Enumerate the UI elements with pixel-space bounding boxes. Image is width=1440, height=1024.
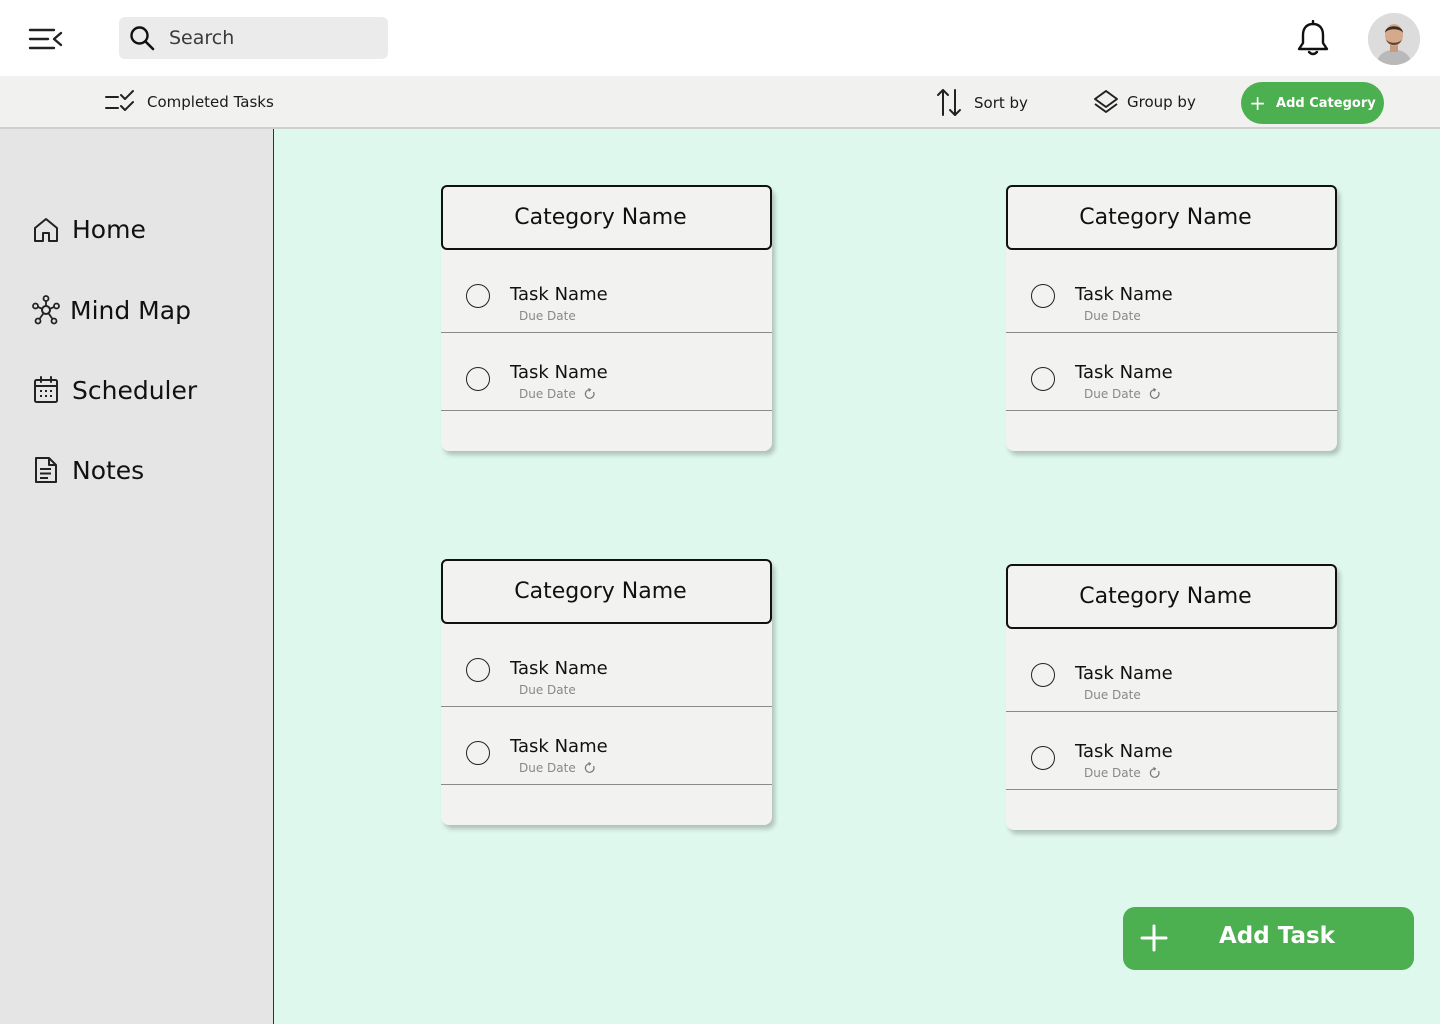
repeat-icon [1149, 388, 1160, 399]
task-checkbox[interactable] [1031, 746, 1055, 770]
task-item[interactable]: Task Name Due Date [441, 333, 772, 411]
toolbar: Completed Tasks Sort by Group by + Add C… [0, 76, 1440, 129]
category-card: Category Name Task Name Due Date Task Na… [441, 559, 772, 825]
task-item[interactable]: Task Name Due Date [1006, 333, 1337, 411]
mind-map-icon [32, 295, 60, 325]
repeat-icon [584, 762, 595, 773]
task-name: Task Name [1075, 362, 1173, 383]
task-due-date: Due Date [519, 387, 576, 401]
category-name: Category Name [1079, 584, 1252, 609]
category-name: Category Name [514, 205, 687, 230]
completed-tasks-label: Completed Tasks [147, 93, 274, 111]
category-card: Category Name Task Name Due Date Task Na… [441, 185, 772, 451]
sidebar-item-notes[interactable]: Notes [32, 455, 144, 485]
task-due-date: Due Date [1084, 387, 1141, 401]
category-card: Category Name Task Name Due Date Task Na… [1006, 564, 1337, 830]
task-name: Task Name [1075, 741, 1173, 762]
task-checkbox[interactable] [466, 367, 490, 391]
sidebar-item-label: Home [72, 215, 146, 244]
add-task-button[interactable]: Add Task [1123, 907, 1414, 970]
category-header[interactable]: Category Name [441, 185, 772, 250]
notes-icon [35, 457, 57, 483]
task-checkbox[interactable] [466, 658, 490, 682]
repeat-icon [1149, 767, 1160, 778]
task-due-date: Due Date [519, 309, 576, 323]
sort-by-button[interactable]: Sort by [936, 87, 1028, 118]
task-checkbox[interactable] [466, 284, 490, 308]
add-task-label: Add Task [1219, 923, 1335, 949]
calendar-icon [34, 376, 58, 403]
sidebar-item-scheduler[interactable]: Scheduler [32, 375, 197, 405]
search-icon [130, 26, 155, 51]
category-card: Category Name Task Name Due Date Task Na… [1006, 185, 1337, 451]
plus-icon [1140, 924, 1168, 952]
sidebar-item-mind-map[interactable]: Mind Map [32, 295, 191, 325]
task-name: Task Name [510, 362, 608, 383]
task-due-date: Due Date [1084, 309, 1141, 323]
category-name: Category Name [1079, 205, 1252, 230]
task-name: Task Name [1075, 284, 1173, 305]
sidebar-item-label: Scheduler [72, 375, 198, 405]
top-bar [0, 0, 1440, 76]
task-item[interactable]: Task Name Due Date [441, 255, 772, 333]
plus-icon: + [1249, 91, 1267, 115]
task-due-date: Due Date [1084, 766, 1141, 780]
sidebar-item-label: Notes [72, 455, 145, 485]
task-item[interactable]: Task Name Due Date [1006, 634, 1337, 712]
task-checkbox[interactable] [1031, 284, 1055, 308]
add-category-button[interactable]: + Add Category [1241, 82, 1384, 124]
task-due-date: Due Date [519, 761, 576, 775]
task-checkbox[interactable] [1031, 367, 1055, 391]
category-header[interactable]: Category Name [441, 559, 772, 624]
group-by-label: Group by [1127, 93, 1196, 111]
checklist-icon [105, 90, 134, 111]
category-header[interactable]: Category Name [1006, 185, 1337, 250]
task-due-date: Due Date [519, 683, 576, 697]
repeat-icon [584, 388, 595, 399]
search-input[interactable] [169, 27, 369, 49]
sort-by-label: Sort by [974, 93, 1028, 112]
layers-icon [1094, 90, 1118, 113]
sidebar-item-label: Mind Map [70, 295, 191, 325]
add-category-label: Add Category [1276, 95, 1376, 111]
completed-tasks-button[interactable]: Completed Tasks [104, 89, 274, 115]
task-name: Task Name [1075, 663, 1173, 684]
menu-collapse-icon[interactable] [28, 24, 64, 54]
avatar[interactable] [1368, 13, 1420, 65]
task-checkbox[interactable] [466, 741, 490, 765]
task-item[interactable]: Task Name Due Date [441, 707, 772, 785]
task-item[interactable]: Task Name Due Date [1006, 712, 1337, 790]
task-name: Task Name [510, 284, 608, 305]
task-name: Task Name [510, 658, 608, 679]
home-icon [34, 217, 58, 242]
category-header[interactable]: Category Name [1006, 564, 1337, 629]
sidebar: Home Mind Map Scheduler Notes [0, 129, 274, 1024]
group-by-button[interactable]: Group by [1093, 89, 1196, 115]
search-box[interactable] [119, 17, 388, 59]
sort-arrows-icon [937, 89, 961, 116]
category-name: Category Name [514, 579, 687, 604]
task-name: Task Name [510, 736, 608, 757]
task-item[interactable]: Task Name Due Date [1006, 255, 1337, 333]
task-checkbox[interactable] [1031, 663, 1055, 687]
notifications-bell-icon[interactable] [1296, 19, 1330, 58]
task-due-date: Due Date [1084, 688, 1141, 702]
sidebar-item-home[interactable]: Home [32, 215, 146, 244]
task-item[interactable]: Task Name Due Date [441, 629, 772, 707]
